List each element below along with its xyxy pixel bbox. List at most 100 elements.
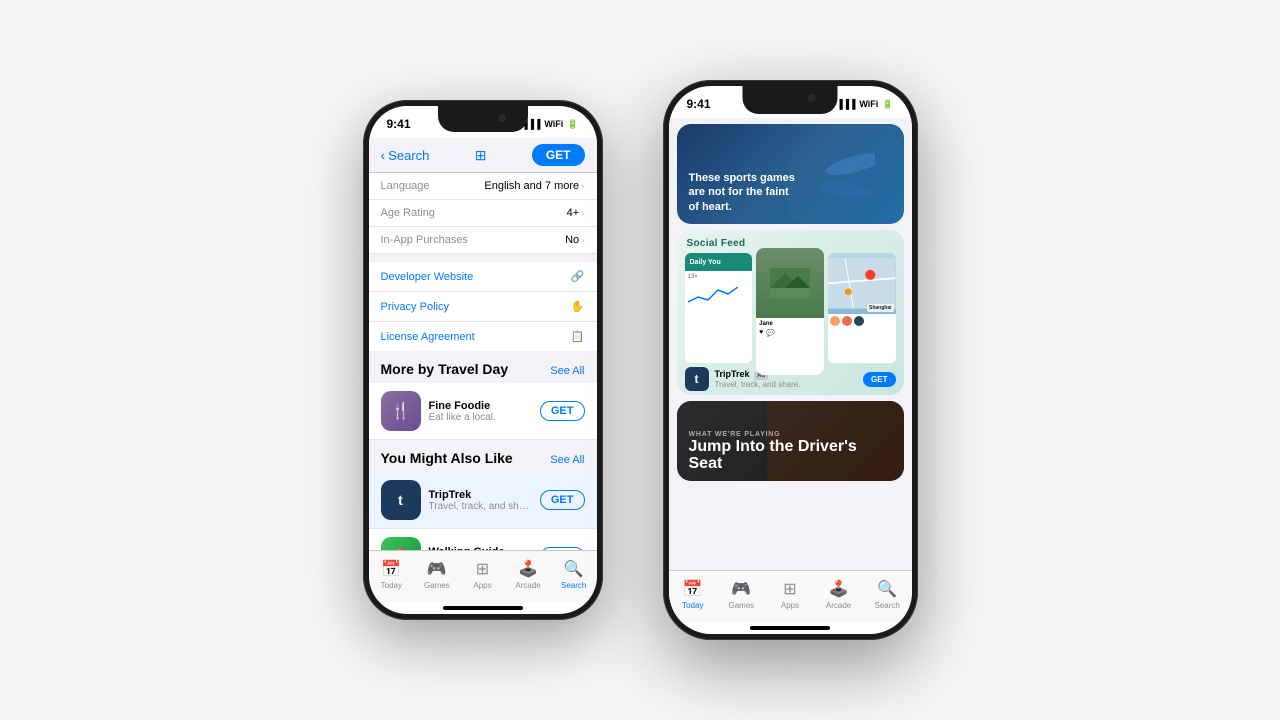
arcade-icon-right: 🕹️	[829, 579, 849, 599]
also-like-section-header: You Might Also Like See All	[369, 440, 597, 472]
back-chevron-icon: ‹	[381, 147, 386, 163]
apps-label-left: Apps	[473, 581, 491, 590]
tab-search-left[interactable]: 🔍 Search	[551, 559, 597, 590]
tab-search-right[interactable]: 🔍 Search	[863, 579, 912, 610]
mini-action-icons: ♥ 💬	[759, 329, 821, 337]
apps-icon-left: ⊞	[476, 559, 489, 579]
fine-foodie-get-button[interactable]: GET	[540, 401, 585, 421]
arcade-label-right: Arcade	[826, 601, 851, 610]
today-icon-right: 📅	[683, 579, 703, 599]
filter-icon[interactable]: ⊞	[475, 147, 487, 164]
age-value[interactable]: 4+ ›	[567, 207, 585, 219]
apps-icon-right: ⊞	[783, 579, 796, 599]
mini-screen-3-info	[828, 314, 896, 331]
arcade-label-left: Arcade	[515, 581, 540, 590]
shanghai-label: Shanghai	[867, 304, 894, 312]
triptrek-icon-letter: t	[398, 492, 403, 508]
fine-foodie-name: Fine Foodie	[429, 400, 532, 412]
license-agreement-label: License Agreement	[381, 331, 475, 343]
sports-card[interactable]: These sports games are not for the faint…	[677, 124, 904, 224]
tab-games-right[interactable]: 🎮 Games	[717, 579, 766, 610]
app-row-fine-foodie: 🍴 Fine Foodie Eat like a local. GET	[369, 383, 597, 440]
showcase-app-desc: Travel, track, and share.	[715, 380, 858, 389]
app-row-walking-guide: 📍 Walking Guide Popular walking destinat…	[369, 529, 597, 550]
tab-apps-right[interactable]: ⊞ Apps	[766, 579, 815, 610]
get-button-top[interactable]: GET	[532, 144, 585, 166]
battery-icon-right: 🔋	[882, 99, 893, 110]
language-value[interactable]: English and 7 more ›	[484, 180, 584, 192]
tab-arcade-left[interactable]: 🕹️ Arcade	[505, 559, 551, 590]
mini-screen-3: Shanghai	[828, 253, 896, 363]
heart-icon: ♥	[759, 329, 763, 337]
screen-content-left: Language English and 7 more › Age Rating…	[369, 173, 597, 550]
phone-left: 9:41 ▐▐▐ WiFi 🔋 ‹ Search ⊞ GET	[363, 100, 603, 620]
link-privacy[interactable]: Privacy Policy ✋	[369, 292, 597, 322]
detail-header: ‹ Search ⊞ GET	[369, 138, 597, 173]
gaming-card[interactable]: WHAT WE'RE PLAYING Jump Into the Driver'…	[677, 401, 904, 481]
mini-stats: 13×	[688, 274, 750, 280]
developer-website-icon: 🔗	[571, 270, 585, 283]
mini-avatars	[830, 316, 894, 326]
phone-left-screen: 9:41 ▐▐▐ WiFi 🔋 ‹ Search ⊞ GET	[369, 106, 597, 614]
tab-today-right[interactable]: 📅 Today	[669, 579, 718, 610]
tab-arcade-right[interactable]: 🕹️ Arcade	[814, 579, 863, 610]
home-indicator-left	[443, 606, 523, 610]
mini-screen-1-content: 13×	[685, 271, 753, 315]
mini-screen-1: Daily You 13×	[685, 253, 753, 363]
info-row-age: Age Rating 4+ ›	[369, 200, 597, 227]
tab-apps-left[interactable]: ⊞ Apps	[460, 559, 506, 590]
wifi-icon-right: WiFi	[859, 99, 878, 109]
landscape-svg	[770, 268, 810, 298]
camera-right	[808, 94, 816, 102]
fine-foodie-info: Fine Foodie Eat like a local.	[429, 400, 532, 423]
games-icon-left: 🎮	[427, 559, 447, 579]
link-developer[interactable]: Developer Website 🔗	[369, 262, 597, 292]
wifi-icon: WiFi	[544, 119, 563, 129]
showcase-get-button[interactable]: GET	[863, 372, 895, 387]
triptrek-get-button[interactable]: GET	[540, 490, 585, 510]
more-section-title: More by Travel Day	[381, 361, 509, 377]
notch-left	[438, 106, 528, 132]
privacy-policy-icon: ✋	[571, 300, 585, 313]
sports-bg-art	[767, 124, 903, 224]
time-right: 9:41	[687, 97, 711, 111]
showcase-title: Social Feed	[687, 238, 746, 249]
status-icons-right: ▐▐▐ WiFi 🔋	[836, 99, 893, 110]
iap-label: In-App Purchases	[381, 234, 468, 246]
link-rows: Developer Website 🔗 Privacy Policy ✋ Lic…	[369, 262, 597, 351]
back-button[interactable]: ‹ Search	[381, 147, 430, 163]
triptrek-desc: Travel, track, and share.Ad	[429, 501, 532, 512]
triptrek-info: TripTrek Travel, track, and share.Ad	[429, 489, 532, 512]
fine-foodie-icon-glyph: 🍴	[391, 401, 411, 421]
link-license[interactable]: License Agreement 📋	[369, 322, 597, 351]
triptrek-name: TripTrek	[429, 489, 532, 501]
phone-right-screen: 9:41 ▐▐▐ WiFi 🔋	[669, 86, 912, 634]
time-left: 9:41	[387, 117, 411, 131]
search-icon-right: 🔍	[877, 579, 897, 599]
app-showcase-card[interactable]: Social Feed Daily You 13×	[677, 230, 904, 395]
tab-today-left[interactable]: 📅 Today	[369, 559, 415, 590]
avatar-2	[842, 316, 852, 326]
info-row-iap: In-App Purchases No ›	[369, 227, 597, 254]
screen-content-right: These sports games are not for the faint…	[669, 118, 912, 570]
mini-person-name: Jane	[759, 321, 821, 327]
comment-icon: 💬	[766, 329, 775, 337]
app-row-triptrek: t TripTrek Travel, track, and share.Ad G…	[369, 472, 597, 529]
developer-website-label: Developer Website	[381, 271, 474, 283]
signal-icon-right: ▐▐▐	[836, 99, 855, 109]
today-label-left: Today	[381, 581, 402, 590]
games-label-right: Games	[728, 601, 754, 610]
tab-games-left[interactable]: 🎮 Games	[414, 559, 460, 590]
also-like-see-all[interactable]: See All	[550, 454, 584, 466]
iap-value[interactable]: No ›	[565, 234, 584, 246]
fine-foodie-desc: Eat like a local.	[429, 412, 532, 423]
arcade-icon-left: 🕹️	[518, 559, 538, 579]
info-rows: Language English and 7 more › Age Rating…	[369, 173, 597, 254]
more-see-all[interactable]: See All	[550, 365, 584, 377]
showcase-screens: Daily You 13×	[677, 253, 904, 363]
games-label-left: Games	[424, 581, 450, 590]
age-label: Age Rating	[381, 207, 435, 219]
mini-landscape	[756, 248, 824, 318]
fine-foodie-icon: 🍴	[381, 391, 421, 431]
language-label: Language	[381, 180, 430, 192]
